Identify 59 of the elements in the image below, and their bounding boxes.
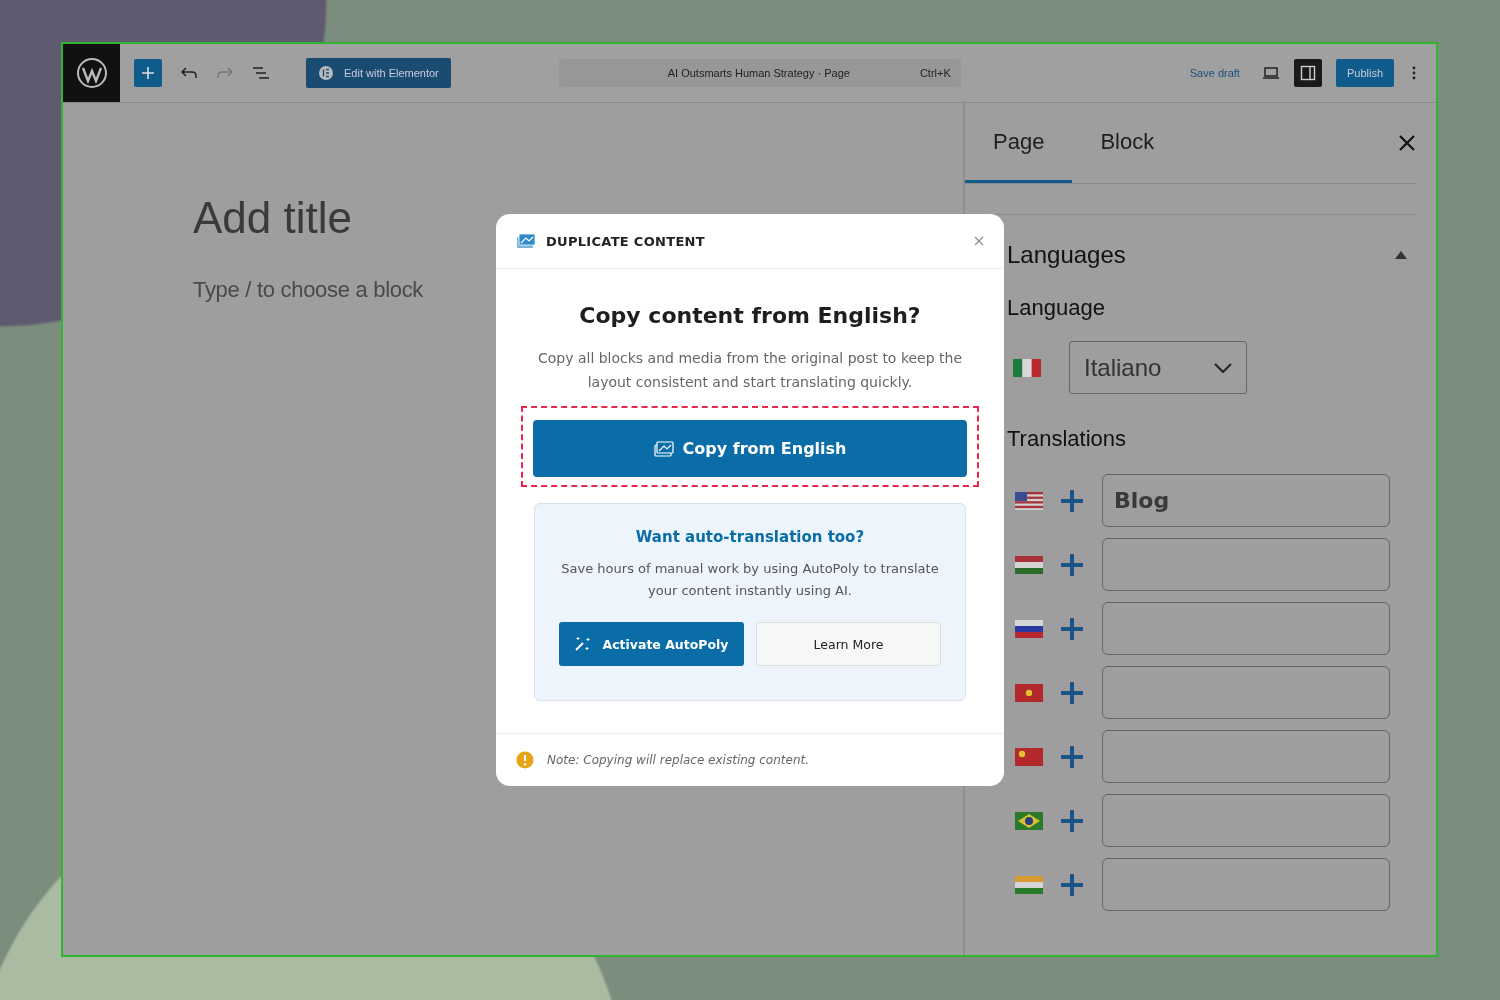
save-draft-link[interactable]: Save draft — [1189, 67, 1240, 79]
add-block-button[interactable] — [134, 59, 162, 87]
activate-autopoly-button[interactable]: Activate AutoPoly — [559, 622, 744, 666]
keyboard-shortcut: Ctrl+K — [919, 67, 951, 79]
add-translation-icon[interactable] — [1060, 552, 1084, 577]
list-view-icon[interactable] — [252, 66, 270, 80]
flag-icon — [1015, 555, 1043, 574]
more-options-icon[interactable] — [1412, 66, 1416, 80]
document-title: AI Outsmarts Human Strategy · Page — [667, 67, 850, 79]
dialog-title: DUPLICATE CONTENT — [546, 233, 705, 249]
add-translation-icon[interactable] — [1060, 808, 1084, 833]
dialog-description: Copy all blocks and media from the original post to keep the layout consistent and start translating quickly. — [536, 349, 964, 392]
magic-wand-icon — [574, 636, 593, 652]
dialog-heading: Copy content from English? — [579, 303, 921, 328]
undo-icon[interactable] — [180, 66, 198, 80]
add-translation-icon[interactable] — [1060, 616, 1084, 641]
plus-icon — [141, 66, 155, 80]
promo-title: Want auto-translation too? — [635, 528, 865, 546]
translation-field[interactable] — [1102, 538, 1390, 591]
sidebar-tab[interactable]: Page — [965, 103, 1073, 183]
translation-field[interactable] — [1102, 858, 1390, 911]
close-icon[interactable] — [1398, 134, 1416, 152]
translations-label: Translations — [1007, 426, 1127, 452]
chevron-down-icon — [1214, 362, 1232, 373]
translation-field[interactable] — [1102, 794, 1390, 847]
flag-icon — [1015, 875, 1043, 894]
sidebar-panel-icon — [1299, 65, 1316, 81]
flag-icon — [1015, 491, 1043, 510]
laptop-icon[interactable] — [1261, 66, 1280, 80]
publish-button[interactable]: Publish — [1335, 59, 1394, 87]
language-select[interactable]: Italiano — [1069, 341, 1247, 394]
add-translation-icon[interactable] — [1060, 488, 1084, 513]
add-translation-icon[interactable] — [1060, 680, 1084, 705]
collapse-arrow-icon[interactable] — [1394, 250, 1408, 260]
panel-title[interactable]: Languages — [1007, 241, 1126, 269]
flag-icon — [1013, 358, 1041, 377]
duplicate-icon — [516, 233, 536, 249]
sidebar-tab[interactable]: Block — [1072, 103, 1183, 183]
translation-field[interactable] — [1102, 666, 1390, 719]
promo-text: Save hours of manual work by using AutoPoly to translate your content instantly using AI. — [560, 560, 940, 600]
wordpress-logo-icon[interactable] — [63, 44, 120, 102]
add-translation-icon[interactable] — [1060, 744, 1084, 769]
translation-field[interactable] — [1102, 730, 1390, 783]
command-bar[interactable]: AI Outsmarts Human Strategy · Page Ctrl+K — [558, 59, 961, 87]
edit-with-elementor-button[interactable]: Edit with Elementor — [306, 58, 451, 88]
flag-icon — [1015, 747, 1043, 766]
duplicate-icon — [653, 440, 674, 457]
warning-note: Note: Copying will replace existing content. — [547, 753, 810, 767]
language-label: Language — [1007, 295, 1106, 321]
settings-panel-toggle[interactable] — [1293, 59, 1322, 87]
flag-icon — [1015, 683, 1043, 702]
translation-field[interactable]: Blog — [1102, 474, 1390, 527]
flag-icon — [1015, 811, 1043, 830]
translation-field[interactable] — [1102, 602, 1390, 655]
flag-icon — [1015, 619, 1043, 638]
add-translation-icon[interactable] — [1060, 872, 1084, 897]
learn-more-button[interactable]: Learn More — [756, 622, 941, 666]
warning-icon — [516, 751, 534, 769]
copy-from-english-button[interactable]: Copy from English — [533, 420, 967, 477]
